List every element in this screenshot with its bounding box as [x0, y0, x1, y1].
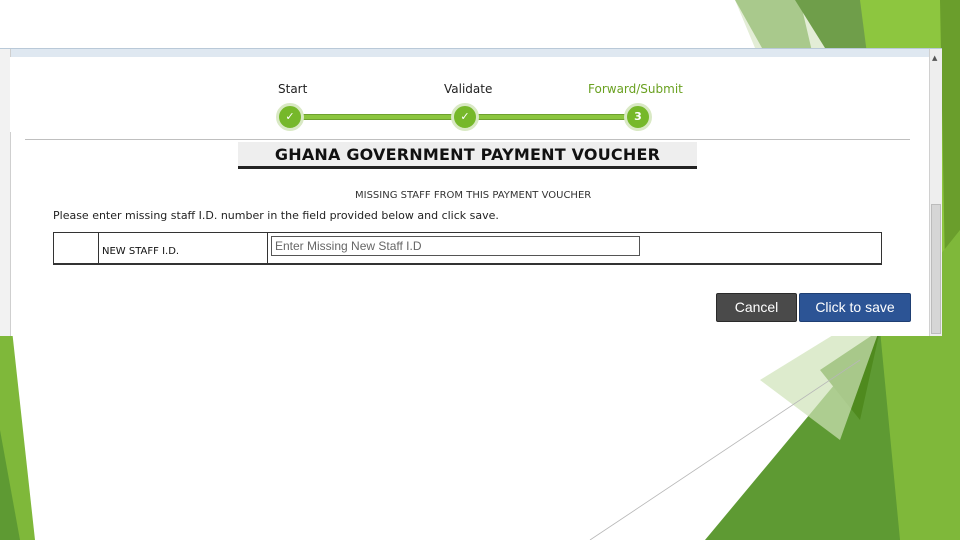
table-cell-empty	[54, 233, 99, 264]
step-label-forward-submit: Forward/Submit	[588, 82, 683, 96]
vertical-scrollbar[interactable]: ▲	[929, 49, 942, 336]
step-node-forward-submit: 3	[624, 103, 652, 131]
voucher-title-banner: GHANA GOVERNMENT PAYMENT VOUCHER	[238, 142, 697, 169]
step-node-validate: ✓	[451, 103, 479, 131]
scrollbar-thumb[interactable]	[931, 204, 941, 334]
step-label-validate: Validate	[444, 82, 493, 96]
checkmark-icon: ✓	[285, 110, 295, 123]
window-top-bar	[10, 49, 929, 57]
new-staff-id-input[interactable]	[271, 236, 640, 256]
section-divider	[25, 139, 910, 140]
scroll-up-arrow-icon[interactable]: ▲	[932, 54, 937, 62]
step-node-start: ✓	[276, 103, 304, 131]
save-button[interactable]: Click to save	[799, 293, 911, 322]
checkmark-icon: ✓	[460, 110, 470, 123]
instruction-text: Please enter missing staff I.D. number i…	[53, 209, 499, 222]
cancel-button[interactable]: Cancel	[716, 293, 797, 322]
table-cell-label: NEW STAFF I.D.	[98, 233, 268, 264]
page-title: GHANA GOVERNMENT PAYMENT VOUCHER	[274, 145, 661, 164]
step-number: 3	[634, 110, 642, 123]
voucher-subtitle: MISSING STAFF FROM THIS PAYMENT VOUCHER	[355, 190, 592, 201]
step-label-start: Start	[278, 82, 308, 96]
browser-window: ▲ Start Validate Forward/Submit ✓ ✓ 3 GH…	[0, 48, 942, 336]
new-staff-id-label: NEW STAFF I.D.	[102, 246, 180, 257]
